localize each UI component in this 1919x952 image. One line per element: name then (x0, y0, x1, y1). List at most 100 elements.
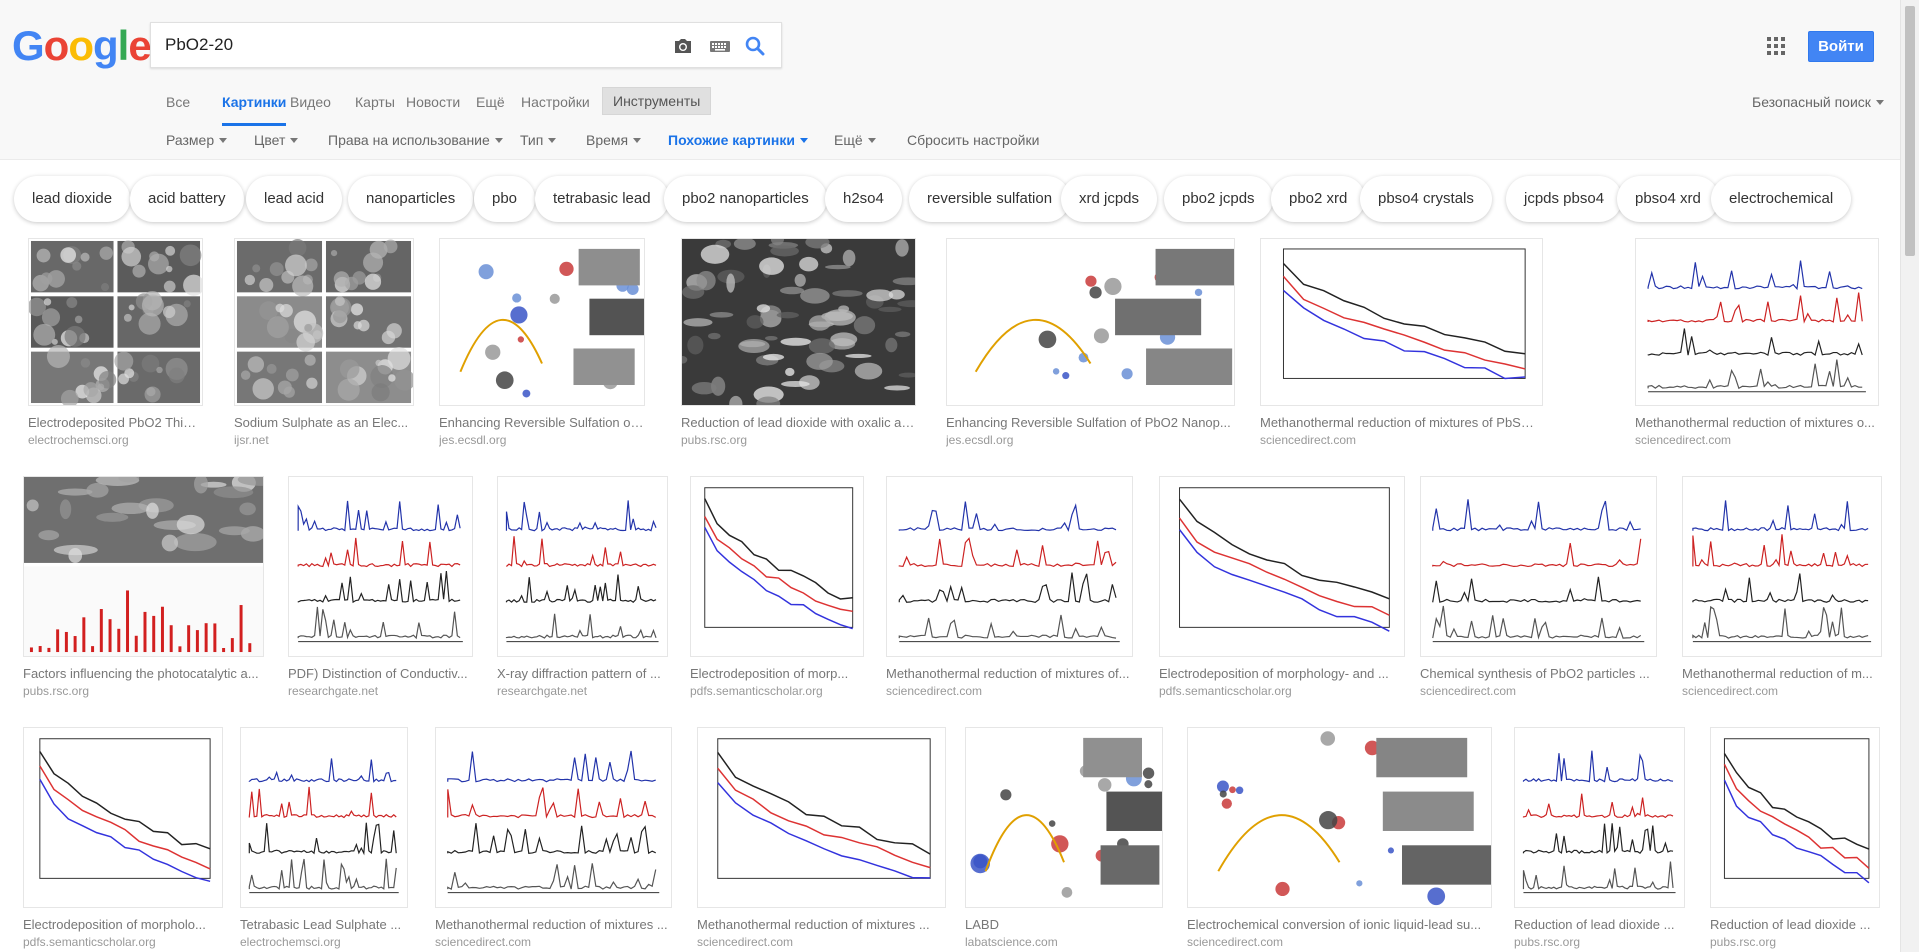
chip-pbso4-xrd[interactable]: pbso4 xrd (1617, 176, 1719, 222)
result-title[interactable]: Methanothermal reduction of m... (1682, 666, 1882, 681)
result-title[interactable]: Electrodeposition of morphology- and ... (1159, 666, 1405, 681)
result-title[interactable]: Chemical synthesis of PbO2 particles ... (1420, 666, 1657, 681)
result-title[interactable]: Electrodeposition of morp... (690, 666, 864, 681)
chip-pbo2-nanoparticles[interactable]: pbo2 nanoparticles (664, 176, 827, 222)
result-title[interactable]: Sodium Sulphate as an Elec... (234, 415, 414, 430)
result-thumbnail[interactable] (697, 727, 946, 908)
result-thumbnail[interactable] (23, 727, 223, 908)
camera-icon[interactable] (671, 34, 695, 58)
safesearch-dropdown[interactable]: Безопасный поиск (1752, 94, 1884, 110)
image-result[interactable]: Factors influencing the photocatalytic a… (23, 476, 264, 703)
chip-pbo[interactable]: pbo (474, 176, 536, 222)
result-title[interactable]: X-ray diffraction pattern of ... (497, 666, 668, 681)
tab-3[interactable]: Карты (355, 92, 395, 126)
result-title[interactable]: Electrodeposited PbO2 Thin ... (28, 415, 203, 430)
result-title[interactable]: Reduction of lead dioxide with oxalic ac… (681, 415, 916, 430)
image-result[interactable]: Sodium Sulphate as an Elec... ijsr.net (234, 238, 414, 452)
login-button[interactable]: Войти (1808, 31, 1874, 62)
chip-reversible-sulfation[interactable]: reversible sulfation (909, 176, 1071, 222)
filter-7[interactable]: Сбросить настройки (907, 132, 1039, 148)
result-title[interactable]: Reduction of lead dioxide ... (1514, 917, 1685, 932)
result-thumbnail[interactable] (439, 238, 645, 406)
image-result[interactable]: Tetrabasic Lead Sulphate ... electrochems… (240, 727, 408, 952)
result-thumbnail[interactable] (965, 727, 1163, 908)
chip-pbso4-crystals[interactable]: pbso4 crystals (1360, 176, 1492, 222)
result-title[interactable]: Reduction of lead dioxide ... (1710, 917, 1880, 932)
chip-lead-dioxide[interactable]: lead dioxide (14, 176, 131, 222)
image-result[interactable]: Methanothermal reduction of mixtures o..… (1635, 238, 1879, 452)
result-thumbnail[interactable] (1514, 727, 1685, 908)
result-title[interactable]: Tetrabasic Lead Sulphate ... (240, 917, 408, 932)
result-title[interactable]: Methanothermal reduction of mixtures ... (435, 917, 672, 932)
result-thumbnail[interactable] (1682, 476, 1882, 657)
result-title[interactable]: Enhancing Reversible Sulfation of ... (439, 415, 645, 430)
result-thumbnail[interactable] (435, 727, 672, 908)
apps-grid-icon[interactable] (1766, 36, 1786, 56)
result-thumbnail[interactable] (1710, 727, 1880, 908)
result-title[interactable]: Enhancing Reversible Sulfation of PbO2 N… (946, 415, 1235, 430)
result-title[interactable]: Electrodeposition of morpholo... (23, 917, 223, 932)
result-thumbnail[interactable] (497, 476, 668, 657)
filter-5[interactable]: Похожие картинки (668, 132, 808, 148)
result-thumbnail[interactable] (886, 476, 1133, 657)
image-result[interactable]: Enhancing Reversible Sulfation of ... jes… (439, 238, 645, 452)
result-title[interactable]: LABD (965, 917, 1163, 932)
image-result[interactable]: Enhancing Reversible Sulfation of PbO2 N… (946, 238, 1235, 452)
scrollbar-thumb[interactable] (1905, 6, 1915, 256)
image-result[interactable]: PDF) Distinction of Conductiv... research… (288, 476, 473, 703)
tab-5[interactable]: Ещё (476, 92, 505, 126)
chip-acid-battery[interactable]: acid battery (130, 176, 244, 222)
filter-2[interactable]: Права на использование (328, 132, 503, 148)
result-thumbnail[interactable] (1420, 476, 1657, 657)
keyboard-icon[interactable] (708, 34, 732, 58)
image-result[interactable]: Electrodeposition of morpholo... pdfs.sem… (23, 727, 223, 952)
result-title[interactable]: Methanothermal reduction of mixtures of.… (886, 666, 1133, 681)
tab-6[interactable]: Настройки (521, 92, 590, 126)
tools-button[interactable]: Инструменты (602, 87, 712, 115)
result-thumbnail[interactable] (946, 238, 1235, 406)
result-title[interactable]: PDF) Distinction of Conductiv... (288, 666, 473, 681)
filter-3[interactable]: Тип (520, 132, 557, 148)
tab-0[interactable]: Все (166, 92, 190, 126)
result-title[interactable]: Methanothermal reduction of mixtures ... (697, 917, 946, 932)
tab-4[interactable]: Новости (406, 92, 460, 126)
result-thumbnail[interactable] (1260, 238, 1543, 406)
page-scrollbar[interactable] (1900, 0, 1919, 952)
chip-nanoparticles[interactable]: nanoparticles (348, 176, 474, 222)
image-result[interactable]: Methanothermal reduction of mixtures ...… (435, 727, 672, 952)
image-result[interactable]: Reduction of lead dioxide ... pubs.rsc.or… (1514, 727, 1685, 952)
image-result[interactable]: Electrochemical conversion of ionic liqu… (1187, 727, 1492, 952)
result-title[interactable]: Factors influencing the photocatalytic a… (23, 666, 264, 681)
search-icon[interactable] (743, 34, 767, 58)
image-result[interactable]: Electrodeposition of morphology- and ...… (1159, 476, 1405, 703)
image-result[interactable]: X-ray diffraction pattern of ... research… (497, 476, 668, 703)
result-title[interactable]: Methanothermal reduction of mixtures o..… (1635, 415, 1879, 430)
result-thumbnail[interactable] (1187, 727, 1492, 908)
chip-pbo2-xrd[interactable]: pbo2 xrd (1271, 176, 1366, 222)
result-thumbnail[interactable] (690, 476, 864, 657)
chip-pbo2-jcpds[interactable]: pbo2 jcpds (1164, 176, 1273, 222)
result-thumbnail[interactable] (23, 476, 264, 657)
chip-lead-acid[interactable]: lead acid (246, 176, 343, 222)
result-thumbnail[interactable] (288, 476, 473, 657)
search-box[interactable] (150, 22, 782, 68)
result-title[interactable]: Electrochemical conversion of ionic liqu… (1187, 917, 1492, 932)
search-input[interactable] (165, 33, 645, 57)
result-thumbnail[interactable] (1635, 238, 1879, 406)
tab-1[interactable]: Картинки (222, 92, 287, 126)
google-logo[interactable]: Google (12, 22, 152, 70)
chip-tetrabasic-lead[interactable]: tetrabasic lead (535, 176, 669, 222)
image-result[interactable]: Methanothermal reduction of mixtures of … (1260, 238, 1543, 452)
image-result[interactable]: Electrodeposited PbO2 Thin ... electroche… (28, 238, 203, 452)
result-thumbnail[interactable] (1159, 476, 1405, 657)
image-result[interactable]: Reduction of lead dioxide ... pubs.rsc.or… (1710, 727, 1880, 952)
image-result[interactable]: Electrodeposition of morp... pdfs.semanti… (690, 476, 864, 703)
chip-h2so4[interactable]: h2so4 (825, 176, 902, 222)
image-result[interactable]: Reduction of lead dioxide with oxalic ac… (681, 238, 916, 452)
tab-2[interactable]: Видео (290, 92, 331, 126)
image-result[interactable]: Chemical synthesis of PbO2 particles ...… (1420, 476, 1657, 703)
image-result[interactable]: LABD labatscience.com (965, 727, 1163, 952)
filter-0[interactable]: Размер (166, 132, 228, 148)
result-thumbnail[interactable] (234, 238, 414, 406)
chip-jcpds-pbso4[interactable]: jcpds pbso4 (1506, 176, 1623, 222)
